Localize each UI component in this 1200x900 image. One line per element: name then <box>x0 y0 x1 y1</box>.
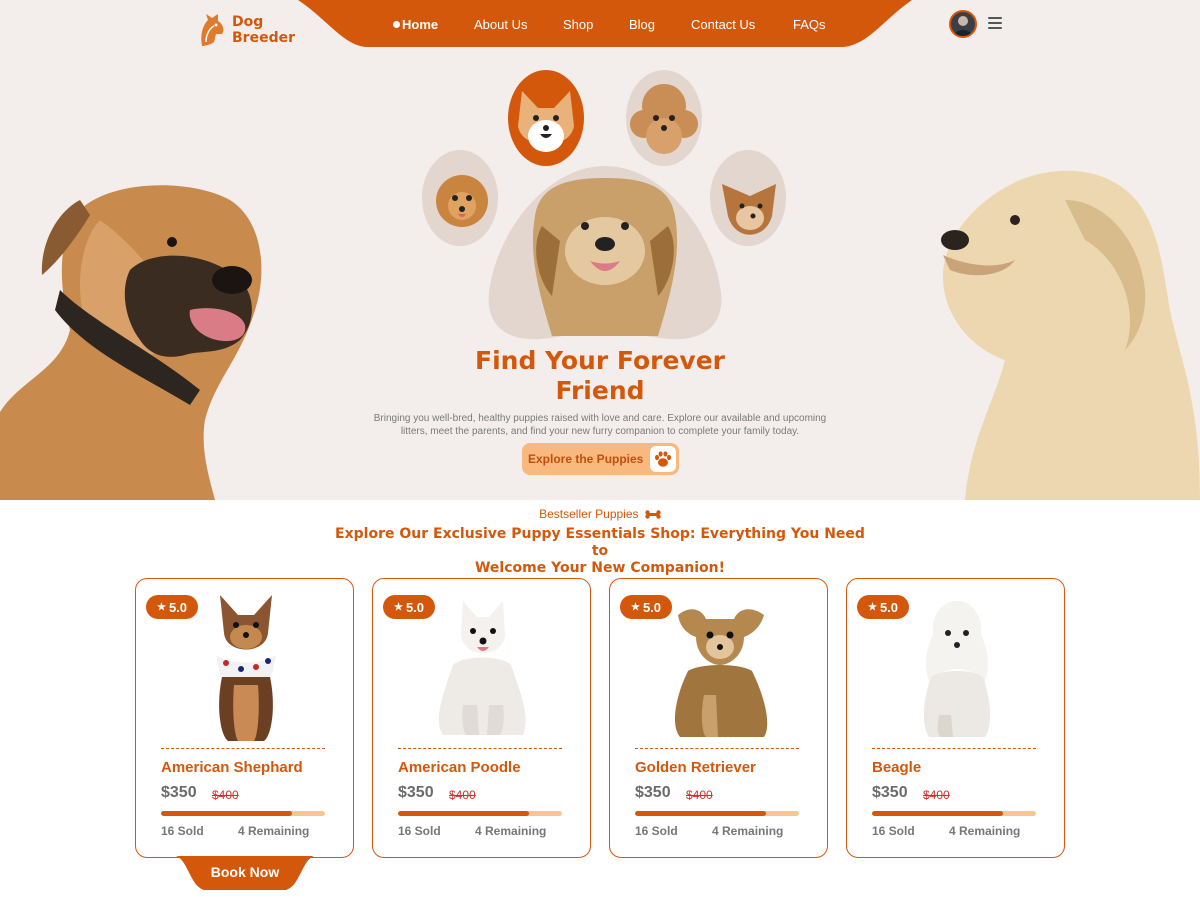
star-icon: ★ <box>630 601 640 613</box>
paw-collage <box>422 70 786 340</box>
puppy-image <box>923 601 991 737</box>
remaining-count: 4 Remaining <box>712 824 784 838</box>
sold-count: 16 Sold <box>398 824 441 838</box>
golden-retriever-image <box>941 170 1200 500</box>
card-divider <box>872 748 1036 749</box>
product-card[interactable]: ★ 5.0 American Shephard $350 $400 16 Sold… <box>135 578 354 858</box>
brand-name-line2: Breeder <box>232 30 295 46</box>
sales-progress-bar <box>161 811 325 816</box>
book-now-button[interactable] <box>176 856 314 890</box>
product-old-price: $400 <box>212 788 239 802</box>
product-name: American Shephard <box>161 759 303 776</box>
explore-puppies-label: Explore the Puppies <box>528 452 644 466</box>
product-card[interactable]: ★ 5.0 Beagle $350 $400 16 Sold 4 Remainin… <box>846 578 1065 858</box>
product-card[interactable]: ★ 5.0 American Poodle $350 $400 16 Sold 4… <box>372 578 591 858</box>
card-divider <box>161 748 325 749</box>
paw-icon <box>650 446 676 472</box>
sales-progress-bar <box>635 811 799 816</box>
brand-logo[interactable]: Dog Breeder <box>198 12 295 48</box>
puppy-image <box>216 595 276 741</box>
product-price: $350 <box>161 784 197 801</box>
nav-blog[interactable]: Blog <box>629 17 655 32</box>
product-old-price: $400 <box>686 788 713 802</box>
explore-puppies-button[interactable]: Explore the Puppies <box>522 443 679 475</box>
dog-logo-icon <box>201 14 224 46</box>
sales-progress-bar <box>398 811 562 816</box>
nav-contact-us[interactable]: Contact Us <box>691 17 755 32</box>
active-indicator <box>393 21 400 28</box>
user-avatar[interactable] <box>949 10 977 38</box>
section-title: Explore Our Exclusive Puppy Essentials S… <box>335 526 865 576</box>
nav-shop[interactable]: Shop <box>563 17 593 32</box>
product-price: $350 <box>872 784 908 801</box>
card-divider <box>398 748 562 749</box>
sold-count: 16 Sold <box>872 824 915 838</box>
hero-description: Bringing you well-bred, healthy puppies … <box>373 413 827 437</box>
product-name: Golden Retriever <box>635 759 756 776</box>
star-icon: ★ <box>156 601 166 613</box>
product-card[interactable]: ★ 5.0 Golden Retriever $350 $400 16 Sold … <box>609 578 828 858</box>
hero-title: Find Your Forever Friend <box>475 346 725 405</box>
menu-icon[interactable] <box>988 17 1002 29</box>
remaining-count: 4 Remaining <box>949 824 1021 838</box>
product-name: Beagle <box>872 759 922 776</box>
star-icon: ★ <box>393 601 403 613</box>
remaining-count: 4 Remaining <box>475 824 547 838</box>
puppy-image <box>674 609 768 737</box>
sold-count: 16 Sold <box>635 824 678 838</box>
nav-faqs[interactable]: FAQs <box>793 17 826 32</box>
sales-progress-bar <box>872 811 1036 816</box>
product-old-price: $400 <box>449 788 476 802</box>
bone-icon <box>645 510 661 520</box>
card-divider <box>635 748 799 749</box>
product-price: $350 <box>635 784 671 801</box>
remaining-count: 4 Remaining <box>238 824 310 838</box>
product-old-price: $400 <box>923 788 950 802</box>
mastiff-image <box>0 185 262 500</box>
product-price: $350 <box>398 784 434 801</box>
star-icon: ★ <box>867 601 877 613</box>
hero-section: Dog Breeder Home About Us Shop Blog Cont… <box>0 0 1200 500</box>
product-name: American Poodle <box>398 759 521 776</box>
puppy-image <box>438 601 526 735</box>
nav-about-us[interactable]: About Us <box>474 17 527 32</box>
sold-count: 16 Sold <box>161 824 204 838</box>
brand-name-line1: Dog <box>232 14 264 30</box>
main-navigation: Home About Us Shop Blog Contact Us FAQs <box>298 0 912 48</box>
nav-home[interactable]: Home <box>402 17 438 32</box>
section-kicker: Bestseller Puppies <box>400 507 800 521</box>
